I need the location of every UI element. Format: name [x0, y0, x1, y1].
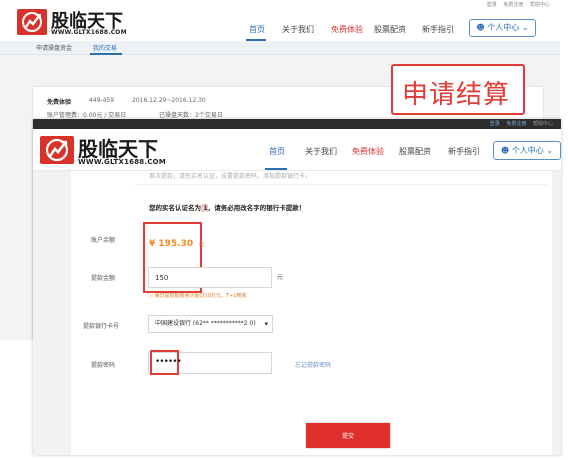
- bank-card-select[interactable]: 中国建设银行 (62** ***********2 0) ▾: [148, 315, 273, 333]
- back-nav-home[interactable]: 首页: [249, 24, 265, 35]
- balance-value: ¥ 195.30: [149, 239, 194, 249]
- logo-mark-icon: [17, 9, 47, 35]
- bank-card-value: 中国建设银行 (62** ***********2 0): [155, 320, 256, 327]
- info-icon: ⓘ: [148, 293, 154, 299]
- front-help-link[interactable]: 帮助中心: [533, 121, 553, 127]
- chevron-down-icon: ⌄: [521, 23, 529, 32]
- verify-suffix: ，请务必用改名字的银行卡提款！: [207, 204, 306, 212]
- back-register-link[interactable]: 免费注册: [503, 2, 523, 8]
- content-left-margin: [33, 171, 71, 455]
- back-nav-free-trial[interactable]: 免费体验: [331, 24, 363, 35]
- back-logo-url: WWW.GLTX1688.COM: [51, 29, 127, 36]
- front-login-link[interactable]: 登录: [490, 121, 500, 127]
- settlement-callout-text: 申请结算: [402, 80, 511, 110]
- back-subtab-underline: [90, 53, 122, 55]
- front-logo-url: WWW.GLTX1688.COM: [78, 158, 166, 166]
- amount-label: 提款金额: [91, 275, 116, 282]
- password-input[interactable]: ••••••: [155, 357, 182, 367]
- logo-mark-icon: [40, 136, 74, 164]
- front-nav-about[interactable]: 关于我们: [305, 146, 337, 157]
- user-icon: ☻: [500, 146, 510, 155]
- balance-label: 账户余额: [91, 237, 116, 244]
- verify-text: 您的实名认证名为: [149, 204, 201, 212]
- back-record-code: 449-459: [89, 97, 115, 104]
- front-top-links: 登录 免费注册 帮助中心: [490, 120, 553, 127]
- chevron-down-icon: ⌄: [546, 146, 554, 155]
- amount-hint-text: 每日提款额度累计超过10万元，T+1到账: [154, 293, 247, 299]
- back-logo[interactable]: 股临天下 WWW.GLTX1688.COM: [17, 9, 147, 39]
- front-top-strip: [33, 119, 561, 129]
- balance-value-row: ¥ 195.30 元: [149, 231, 204, 250]
- forgot-password-link[interactable]: 忘记提款密码: [295, 360, 331, 369]
- bank-card-label: 提款银行卡号: [83, 323, 120, 330]
- front-nav-stock-financing[interactable]: 股票配资: [399, 146, 431, 157]
- balance-unit: 元: [198, 241, 205, 248]
- back-nav-stock-financing[interactable]: 股票配资: [374, 24, 406, 35]
- password-label: 提款密码: [91, 362, 116, 369]
- back-subtab-apply[interactable]: 申请操盘资金: [36, 43, 72, 52]
- front-user-center-label: 个人中心: [511, 146, 544, 155]
- back-login-link[interactable]: 登录: [487, 2, 497, 8]
- back-record-title: 免费体验: [47, 99, 72, 106]
- back-subtab-my-trades[interactable]: 我的交易: [93, 43, 117, 52]
- back-nav-guide[interactable]: 新手指引: [422, 24, 454, 35]
- withdraw-amount-input[interactable]: [148, 267, 272, 288]
- front-logo[interactable]: 股临天下 WWW.GLTX1688.COM: [40, 136, 180, 170]
- back-user-center-label: 个人中心: [487, 23, 520, 32]
- back-top-links: 登录 免费注册 帮助中心: [487, 1, 550, 8]
- submit-button-label: 提交: [341, 433, 354, 440]
- verify-line: 您的实名认证名为 1，请务必用改名字的银行卡提款！: [149, 202, 305, 212]
- content-right-margin: [552, 171, 561, 455]
- back-record-dates: 2016.12.29~2016.12.30: [132, 97, 206, 104]
- back-user-center-button[interactable]: ☻ 个人中心 ⌄: [469, 19, 536, 37]
- withdraw-notice: 首次提款，请先实名认证，设置提款密码，添加提款银行卡。: [149, 173, 312, 180]
- front-nav-guide[interactable]: 新手指引: [448, 146, 480, 157]
- amount-hint: ⓘ 每日提款额度累计超过10万元，T+1到账: [148, 292, 246, 299]
- back-nav-about[interactable]: 关于我们: [282, 24, 314, 35]
- front-nav-home[interactable]: 首页: [269, 146, 285, 157]
- back-help-link[interactable]: 帮助中心: [530, 2, 550, 8]
- notice-divider: [135, 184, 547, 185]
- amount-unit: 元: [277, 274, 284, 281]
- front-register-link[interactable]: 免费注册: [506, 121, 526, 127]
- front-nav-free-trial[interactable]: 免费体验: [352, 146, 384, 157]
- back-subtabs: [0, 41, 560, 55]
- front-page: 登录 免费注册 帮助中心 股临天下 WWW.GLTX1688.COM 首页 关于…: [33, 119, 561, 455]
- user-icon: ☻: [476, 23, 485, 32]
- verify-name-redacted: 1: [201, 204, 208, 212]
- settlement-callout: 申请结算: [391, 64, 525, 115]
- front-user-center-button[interactable]: ☻ 个人中心 ⌄: [493, 141, 561, 160]
- back-record-fee: 账户管理费：0.00元 / 交易日: [47, 112, 127, 119]
- back-record-days: 已操盘天数：2个交易日: [159, 112, 223, 119]
- chevron-down-icon: ▾: [264, 320, 268, 328]
